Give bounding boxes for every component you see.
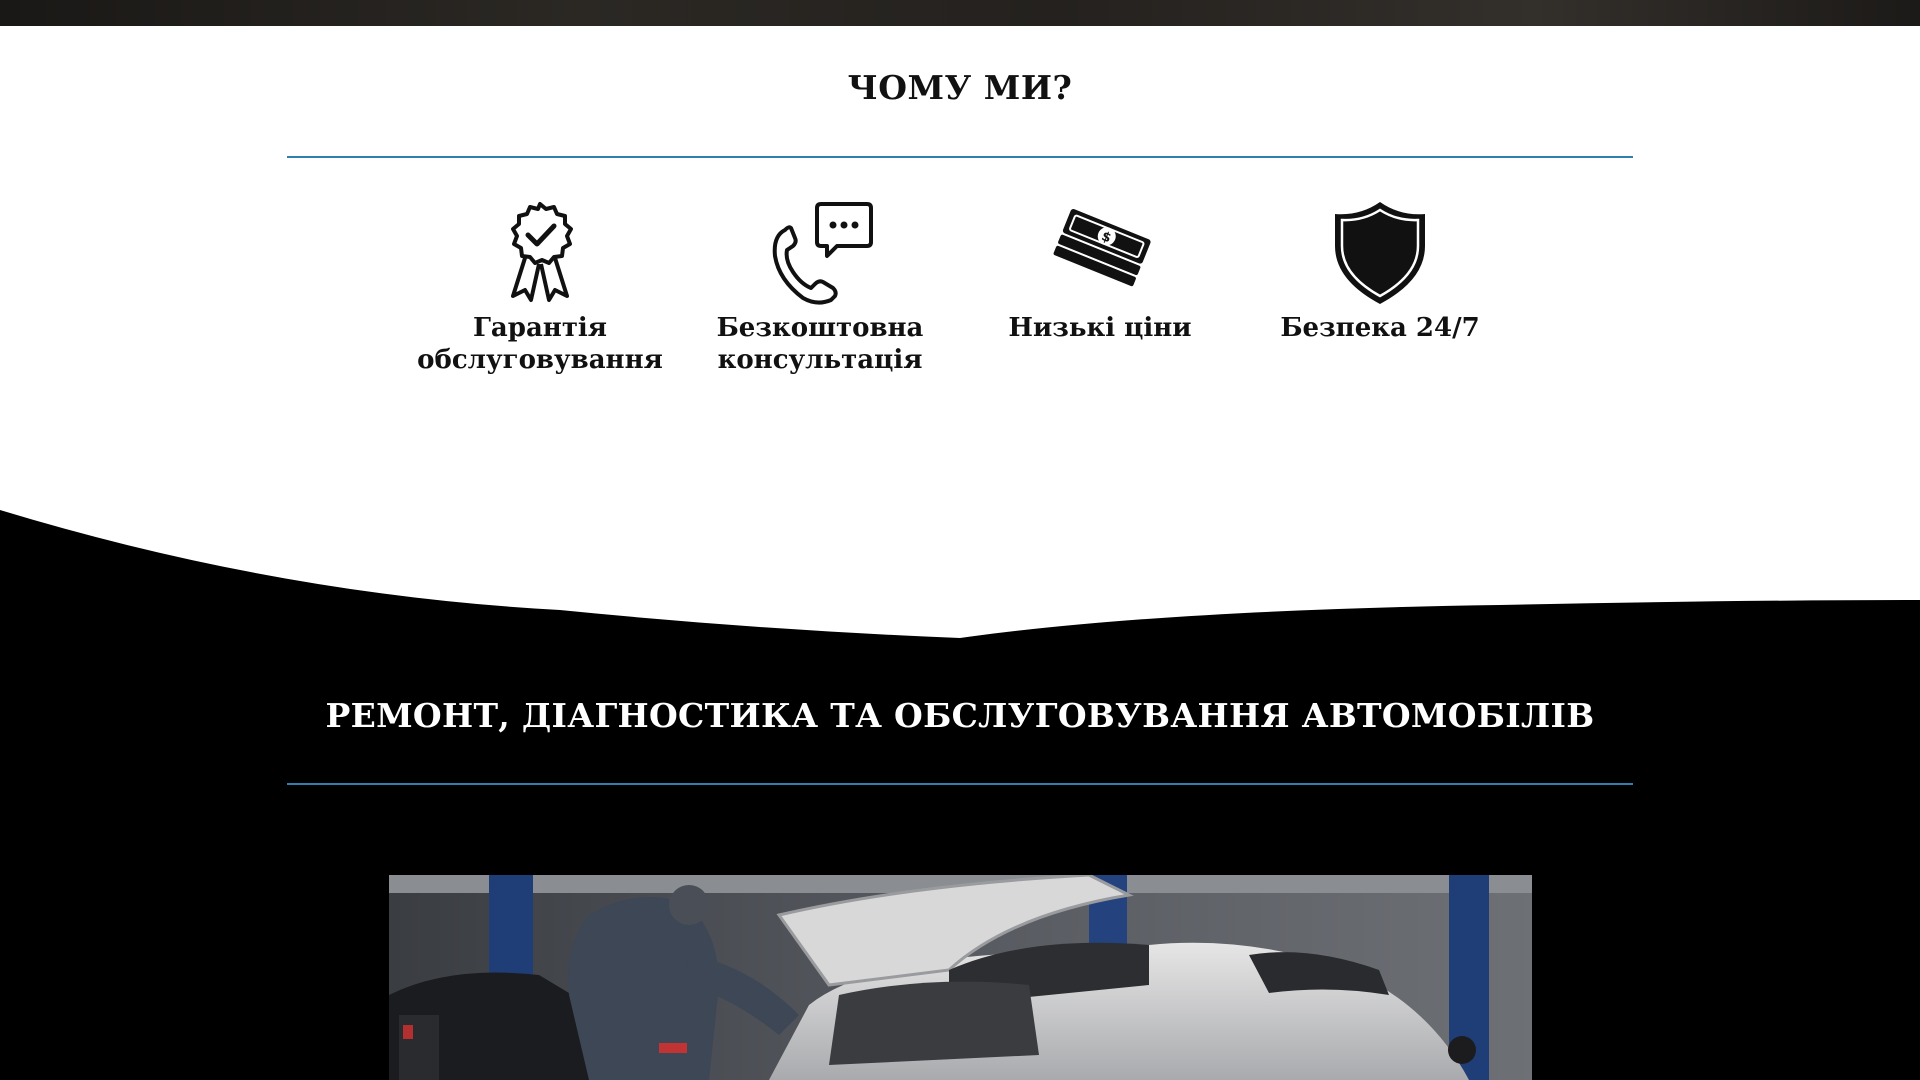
car-repair-photo-illustration bbox=[389, 875, 1532, 1080]
shield-icon bbox=[1335, 202, 1425, 304]
services-divider bbox=[287, 783, 1633, 785]
car-repair-photo bbox=[389, 875, 1532, 1080]
feature-warranty-line1: Гарантія bbox=[472, 313, 608, 343]
feature-consultation-label: Безкоштовна консультація bbox=[680, 312, 960, 376]
feature-low-prices-line1: Низькі ціни bbox=[1008, 313, 1192, 343]
why-us-title: ЧОМУ МИ? bbox=[847, 68, 1073, 107]
award-ribbon-icon bbox=[511, 202, 573, 302]
hero-image-bottom-edge bbox=[0, 0, 1920, 26]
feature-consultation-line2: консультація bbox=[717, 345, 923, 375]
feature-security: Безпека 24/7 bbox=[1240, 200, 1520, 344]
page: ЧОМУ МИ? Гарантія обслуговування Безкошт… bbox=[0, 0, 1920, 1080]
feature-low-prices-label: Низькі ціни bbox=[960, 312, 1240, 344]
features-row: Гарантія обслуговування Безкоштовна конс… bbox=[0, 200, 1920, 400]
services-section: РЕМОНТ, ДІАГНОСТИКА ТА ОБСЛУГОВУВАННЯ АВ… bbox=[0, 500, 1920, 1080]
feature-warranty-line2: обслуговування bbox=[417, 345, 663, 375]
feature-consultation: Безкоштовна консультація bbox=[680, 200, 960, 376]
feature-warranty-label: Гарантія обслуговування bbox=[400, 312, 680, 376]
feature-security-label: Безпека 24/7 bbox=[1240, 312, 1520, 344]
feature-consultation-line1: Безкоштовна bbox=[716, 313, 924, 343]
services-title: РЕМОНТ, ДІАГНОСТИКА ТА ОБСЛУГОВУВАННЯ АВ… bbox=[325, 696, 1595, 735]
why-us-divider bbox=[287, 156, 1633, 158]
feature-warranty: Гарантія обслуговування bbox=[400, 200, 680, 376]
feature-low-prices: $ Низькі ціни bbox=[960, 200, 1240, 344]
money-stack-icon: $ bbox=[1053, 209, 1151, 287]
feature-security-line1: Безпека 24/7 bbox=[1280, 313, 1480, 343]
phone-chat-icon bbox=[772, 202, 873, 305]
